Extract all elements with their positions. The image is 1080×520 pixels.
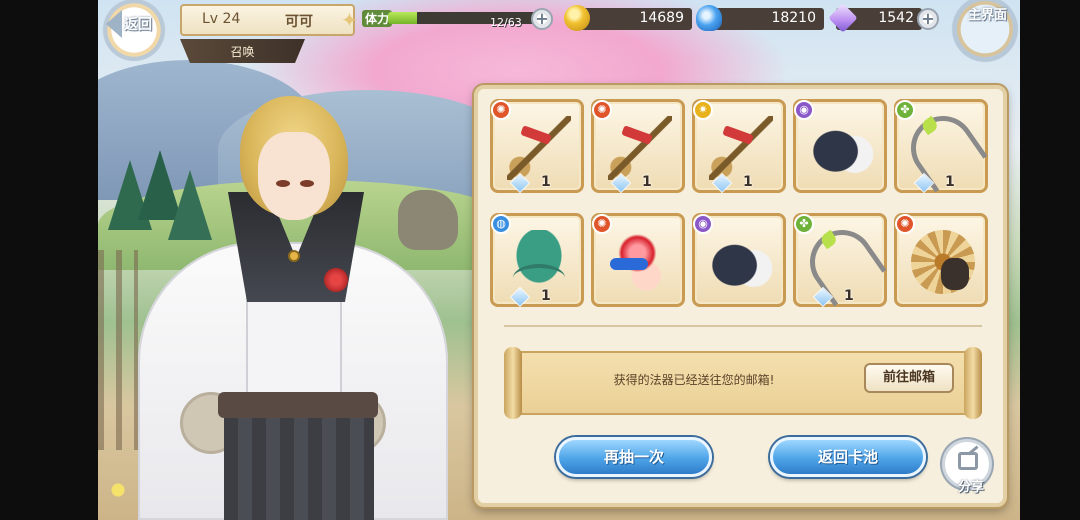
scroll-roller <box>504 347 522 419</box>
scroll-roller <box>964 347 982 419</box>
count-gem-icon <box>913 172 935 194</box>
void-element-icon: ◉ <box>693 214 713 234</box>
plus-icon: + <box>535 9 549 28</box>
back-button[interactable]: 返回 <box>98 0 178 66</box>
count-gem-icon <box>812 286 834 308</box>
section-tag: 召唤 <box>180 39 305 63</box>
home-label: 主界面 <box>968 8 1008 23</box>
gold-counter: 14689 <box>564 5 692 31</box>
back-arrow-icon <box>106 10 122 38</box>
fire-element-icon: ✺ <box>491 100 511 120</box>
player-level: Lv 24 <box>202 11 241 27</box>
right-letterbox <box>1020 0 1080 520</box>
character-face <box>258 132 330 220</box>
wind-element-icon: ✤ <box>895 100 915 120</box>
summon-result-panel: ✺ 1 ✺ 1 ✷ 1 ◉ ✤ 1 ◍ 1 ✺ ◉ ✤ 1 ✺ 获得的法器已经送往您的邮箱! 前往邮箱 再抽一… <box>474 85 1007 507</box>
mailbox-notice: 获得的法器已经送往您的邮箱! <box>613 373 775 387</box>
character-illustration <box>128 92 458 520</box>
notice-scroll: 获得的法器已经送往您的邮箱! 前往邮箱 <box>504 347 982 419</box>
item-card[interactable]: ◉ <box>692 213 786 307</box>
item-card[interactable]: ✤ 1 <box>894 99 988 194</box>
gem-counter: 1542 <box>828 3 922 33</box>
item-count: 1 <box>509 172 571 194</box>
share-button[interactable]: 分享 <box>942 439 992 495</box>
fire-element-icon: ✺ <box>592 214 612 234</box>
back-label: 返回 <box>124 17 152 33</box>
item-card[interactable]: ✺ <box>591 213 685 307</box>
spear-artifact-icon <box>709 116 773 180</box>
player-name: 可可 <box>285 14 313 30</box>
gold-value: 14689 <box>639 10 684 26</box>
soul-flame-icon <box>696 5 722 31</box>
spear-artifact-icon <box>608 116 672 180</box>
item-count-value: 1 <box>642 174 652 190</box>
rose-corsage-icon <box>324 268 348 292</box>
count-gem-icon <box>509 286 531 308</box>
spear-artifact-icon <box>507 116 571 180</box>
count-gem-icon <box>610 172 632 194</box>
count-gem-icon <box>711 172 733 194</box>
item-card[interactable]: ◍ 1 <box>490 213 584 308</box>
plus-icon: + <box>921 9 935 28</box>
item-count-value: 1 <box>743 174 753 190</box>
item-count: 1 <box>711 172 773 194</box>
item-card[interactable]: ✺ 1 <box>490 99 584 194</box>
item-card[interactable]: ✺ <box>894 213 988 307</box>
water-element-icon: ◍ <box>491 214 511 234</box>
wheel-artifact-icon <box>911 230 975 294</box>
stamina-fill <box>388 12 417 24</box>
item-card[interactable]: ✺ 1 <box>591 99 685 194</box>
add-gems-button[interactable]: + <box>917 8 939 30</box>
count-gem-icon <box>509 172 531 194</box>
item-count-value: 1 <box>541 288 551 304</box>
item-card[interactable]: ✷ 1 <box>692 99 786 194</box>
item-count: 1 <box>610 172 672 194</box>
section-label: 召唤 <box>230 45 255 59</box>
item-count: 1 <box>913 172 975 194</box>
cloak-artifact-icon <box>709 230 773 294</box>
orb-artifact-icon <box>608 230 672 294</box>
fire-element-icon: ✺ <box>592 100 612 120</box>
item-count: 1 <box>812 286 874 308</box>
item-card[interactable]: ✤ 1 <box>793 213 887 308</box>
light-element-icon: ✷ <box>693 100 713 120</box>
go-to-mailbox-button[interactable]: 前往邮箱 <box>864 363 954 393</box>
back-to-pool-button[interactable]: 返回卡池 <box>770 437 926 477</box>
divider <box>504 325 982 327</box>
character-eye <box>300 180 314 187</box>
claw-artifact-icon <box>507 230 571 294</box>
character-hakama <box>224 418 374 520</box>
soul-flame-value: 18210 <box>771 10 816 26</box>
character-sash <box>218 392 378 418</box>
cloak-artifact-icon <box>810 116 874 180</box>
item-count-value: 1 <box>541 174 551 190</box>
soul-flame-counter: 18210 <box>696 5 824 31</box>
gem-value: 1542 <box>878 10 914 26</box>
share-label: 分享 <box>957 480 984 495</box>
add-stamina-button[interactable]: + <box>531 8 553 30</box>
fire-element-icon: ✺ <box>895 214 915 234</box>
draw-again-button[interactable]: 再抽一次 <box>556 437 712 477</box>
stamina-meter: 体力 <box>360 8 555 30</box>
stamina-value: 12/63 <box>490 16 522 29</box>
character-brooch <box>288 250 300 262</box>
item-count-value: 1 <box>945 174 955 190</box>
player-level-plate: Lv 24 可可 ✦ <box>180 4 358 36</box>
character-eye <box>276 180 290 187</box>
gold-coin-icon <box>564 5 590 31</box>
item-count-value: 1 <box>844 288 854 304</box>
void-element-icon: ◉ <box>794 100 814 120</box>
wind-element-icon: ✤ <box>794 214 814 234</box>
share-icon <box>958 452 978 470</box>
left-letterbox <box>0 0 98 520</box>
item-card[interactable]: ◉ <box>793 99 887 193</box>
item-count: 1 <box>509 286 571 308</box>
